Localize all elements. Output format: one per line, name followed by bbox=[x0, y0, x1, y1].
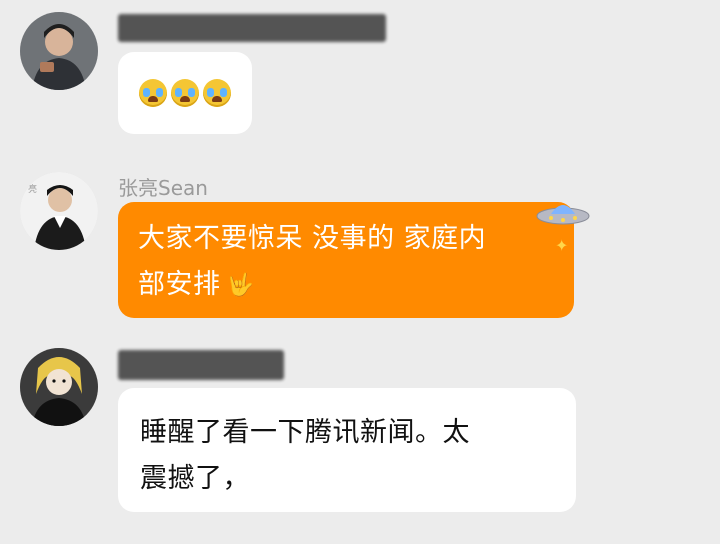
message-text-line-1: 睡醒了看一下腾讯新闻。太 bbox=[140, 417, 470, 448]
message-3: 睡醒了看一下腾讯新闻。太 震撼了， bbox=[0, 340, 720, 544]
message-text-line-2: 震撼了， bbox=[140, 463, 250, 494]
crying-face-icon bbox=[171, 79, 199, 107]
message-1 bbox=[0, 0, 720, 140]
rock-hand-icon: 🤟 bbox=[226, 272, 255, 298]
crying-face-icon bbox=[139, 79, 167, 107]
message-text-line-2-text: 部安排 bbox=[138, 269, 221, 300]
sender-name-2: 张亮Sean bbox=[118, 176, 208, 200]
message-2: 亮 张亮Sean 大家不要惊呆 没事的 家庭内 部安排 🤟 ✦ bbox=[0, 160, 720, 330]
ufo-icon bbox=[536, 205, 590, 225]
message-text-line-1: 大家不要惊呆 没事的 家庭内 bbox=[138, 223, 487, 254]
svg-text:亮: 亮 bbox=[28, 183, 37, 195]
emoji-group bbox=[118, 52, 252, 134]
redaction-mark bbox=[118, 14, 386, 42]
message-bubble-2[interactable]: 大家不要惊呆 没事的 家庭内 部安排 🤟 bbox=[118, 202, 574, 318]
message-bubble-1[interactable] bbox=[118, 52, 252, 134]
sparkle-icon: ✦ bbox=[555, 236, 569, 255]
chat-thread: 亮 张亮Sean 大家不要惊呆 没事的 家庭内 部安排 🤟 ✦ 睡醒了看一下腾讯… bbox=[0, 0, 720, 544]
message-bubble-3[interactable]: 睡醒了看一下腾讯新闻。太 震撼了， bbox=[118, 388, 576, 512]
message-text-line-2: 部安排 🤟 bbox=[138, 262, 574, 309]
crying-face-icon bbox=[203, 79, 231, 107]
avatar-sender-3[interactable] bbox=[20, 348, 98, 426]
avatar-sender-2[interactable]: 亮 bbox=[20, 172, 98, 250]
avatar-sender-1[interactable] bbox=[20, 12, 98, 90]
redaction-mark bbox=[118, 350, 284, 380]
